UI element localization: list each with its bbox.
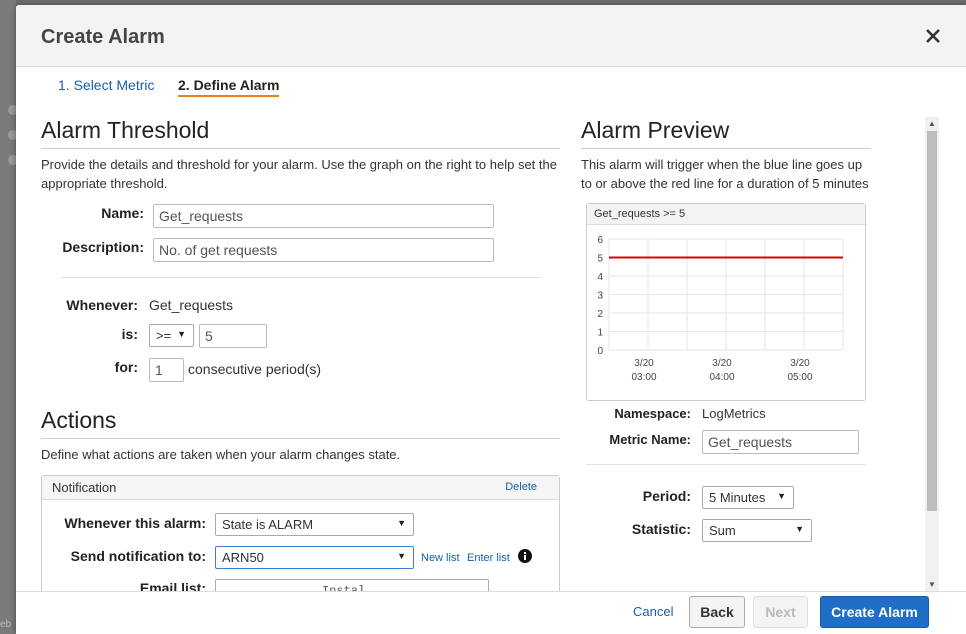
send-notification-select[interactable]: ARN50 ▼ (215, 546, 414, 569)
operator-select[interactable]: >= ▼ (149, 324, 194, 347)
chart-title: Get_requests >= 5 (587, 204, 865, 225)
notification-title: Notification (52, 480, 117, 495)
create-alarm-button[interactable]: Create Alarm (820, 596, 929, 628)
statistic-label: Statistic: (631, 521, 691, 537)
alarm-threshold-heading: Alarm Threshold (41, 117, 560, 149)
period-value: 5 Minutes (709, 490, 766, 505)
namespace-value: LogMetrics (702, 406, 766, 421)
alarm-preview-chart: Get_requests >= 5 6 5 4 3 2 1 0 3/20 03:00 3/20 04… (586, 203, 866, 401)
notification-header: Notification Delete (42, 476, 559, 500)
backdrop-text: eb (0, 619, 12, 630)
page-backdrop: eb (0, 0, 18, 634)
x-tick-time-label: 04:00 (709, 372, 734, 383)
chevron-down-icon: ▼ (397, 551, 406, 561)
dialog-header: Create Alarm (16, 5, 966, 67)
divider (61, 277, 541, 278)
y-tick-label: 6 (597, 235, 603, 246)
chevron-down-icon: ▼ (795, 524, 804, 534)
send-notification-label: Send notification to: (70, 548, 206, 564)
dialog-body: Alarm Threshold Provide the details and … (16, 105, 966, 592)
statistic-value: Sum (709, 523, 736, 538)
notification-panel: Notification Delete Whenever this alarm:… (41, 475, 560, 592)
scroll-down-icon[interactable]: ▼ (928, 580, 936, 589)
alarm-name-input[interactable] (153, 204, 494, 228)
actions-description: Define what actions are taken when your … (41, 447, 401, 462)
scroll-up-icon[interactable]: ▲ (928, 119, 936, 128)
chevron-down-icon: ▼ (777, 491, 786, 501)
step-select-metric[interactable]: 1. Select Metric (58, 77, 154, 93)
close-icon[interactable] (922, 25, 944, 47)
alarm-preview-description: This alarm will trigger when the blue li… (581, 157, 869, 191)
alarm-state-value: State is ALARM (222, 517, 314, 532)
x-tick-date-label: 3/20 (790, 358, 810, 369)
delete-notification-link[interactable]: Delete (505, 481, 537, 493)
y-tick-label: 4 (597, 272, 603, 283)
statistic-select[interactable]: Sum ▼ (702, 519, 812, 542)
enter-list-link[interactable]: Enter list (467, 552, 510, 564)
periods-suffix: consecutive period(s) (188, 361, 322, 377)
y-tick-label: 1 (597, 328, 603, 339)
for-label: for: (114, 359, 138, 375)
dialog-footer: Cancel Back Next Create Alarm (16, 591, 966, 634)
scrollbar-thumb[interactable] (927, 131, 937, 511)
y-tick-label: 5 (597, 254, 603, 265)
x-tick-date-label: 3/20 (634, 358, 654, 369)
metric-name-label: Metric Name: (609, 432, 691, 447)
y-tick-label: 3 (597, 291, 603, 302)
alarm-threshold-description: Provide the details and threshold for yo… (41, 157, 557, 191)
operator-value: >= (156, 328, 172, 343)
back-button[interactable]: Back (689, 596, 745, 628)
alarm-preview-heading: Alarm Preview (581, 117, 871, 149)
namespace-label: Namespace: (614, 406, 691, 421)
info-icon[interactable] (518, 549, 532, 566)
whenever-metric-value: Get_requests (149, 297, 234, 313)
actions-heading: Actions (41, 407, 560, 439)
chevron-down-icon: ▼ (177, 329, 186, 339)
period-select[interactable]: 5 Minutes ▼ (702, 486, 794, 509)
create-alarm-dialog: Create Alarm 1. Select Metric 2. Define … (16, 5, 966, 634)
send-notification-value: ARN50 (222, 550, 264, 565)
dialog-title: Create Alarm (41, 26, 165, 48)
alarm-state-select[interactable]: State is ALARM ▼ (215, 513, 414, 536)
y-tick-label: 0 (597, 346, 603, 357)
periods-input[interactable] (149, 358, 184, 382)
chart-plot: 6 5 4 3 2 1 0 3/20 03:00 3/20 04:00 3/20 05:00 (597, 235, 844, 383)
step-define-alarm[interactable]: 2. Define Alarm (178, 77, 280, 97)
metric-name-input[interactable] (702, 430, 859, 454)
x-tick-date-label: 3/20 (712, 358, 732, 369)
threshold-value-input[interactable] (199, 324, 267, 348)
divider (586, 464, 866, 465)
cancel-button[interactable]: Cancel (633, 604, 673, 619)
is-label: is: (121, 326, 138, 342)
description-label: Description: (62, 239, 144, 255)
scrollbar[interactable]: ▲ ▼ (925, 117, 939, 591)
new-list-link[interactable]: New list (421, 552, 460, 564)
whenever-alarm-label: Whenever this alarm: (64, 515, 206, 531)
x-tick-time-label: 03:00 (631, 372, 656, 383)
x-tick-time-label: 05:00 (787, 372, 812, 383)
y-tick-label: 2 (597, 309, 603, 320)
period-label: Period: (642, 488, 691, 504)
alarm-description-input[interactable] (153, 238, 494, 262)
chevron-down-icon: ▼ (397, 518, 406, 528)
whenever-label: Whenever: (66, 297, 138, 313)
next-button[interactable]: Next (753, 596, 808, 628)
name-label: Name: (101, 205, 144, 221)
